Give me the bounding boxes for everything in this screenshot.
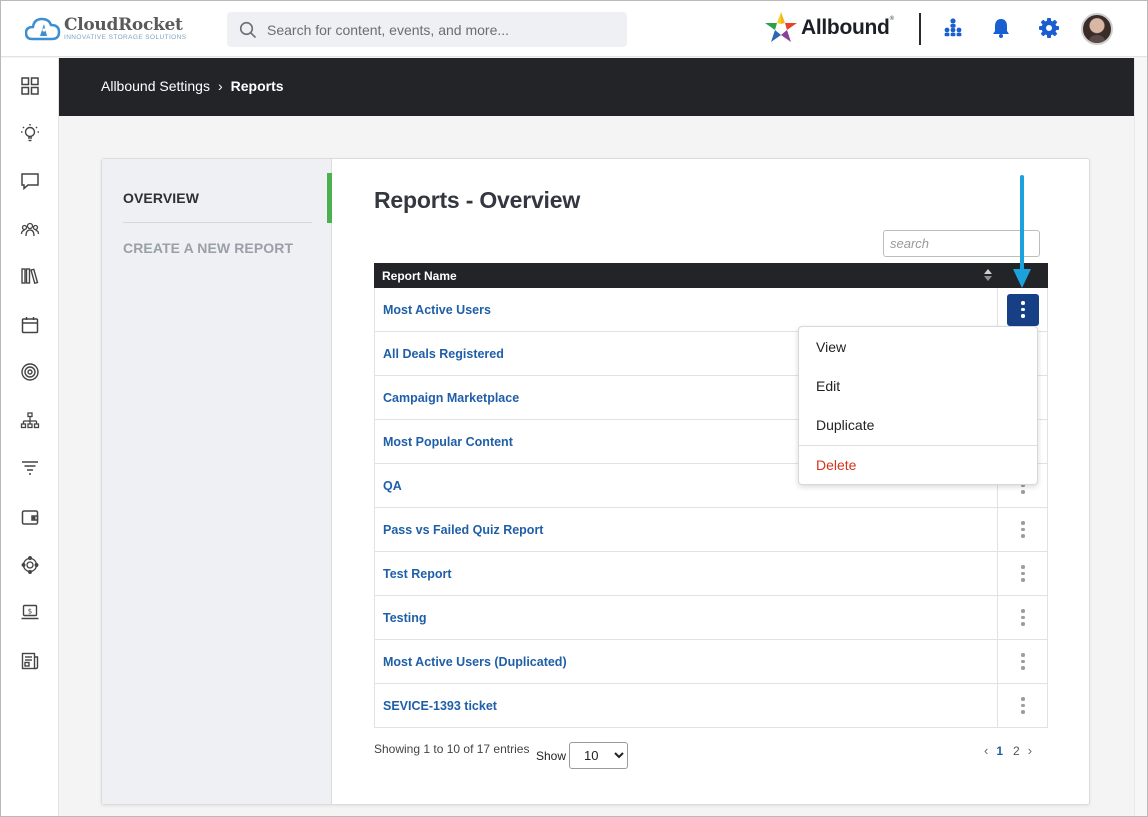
allbound-star-icon — [765, 12, 797, 42]
report-name-link[interactable]: All Deals Registered — [383, 347, 504, 361]
left-sidebar: $ — [1, 58, 59, 816]
annotation-arrow-icon — [1013, 175, 1031, 288]
page-header-band: Allbound Settings › Reports — [59, 58, 1134, 116]
page-title: Reports - Overview — [374, 187, 581, 213]
report-name-link[interactable]: Pass vs Failed Quiz Report — [383, 523, 543, 537]
table-row: Pass vs Failed Quiz Report — [374, 508, 1048, 552]
funnel-icon[interactable] — [18, 456, 42, 480]
kebab-menu-icon[interactable] — [1007, 646, 1039, 678]
table-header[interactable]: Report Name — [374, 263, 1048, 288]
brand-logo[interactable]: CloudRocket INNOVATIVE STORAGE SOLUTIONS — [25, 13, 186, 45]
settings-subnav: OVERVIEW CREATE A NEW REPORT — [102, 159, 332, 804]
svg-text:$: $ — [28, 608, 32, 616]
page-2-link[interactable]: 2 — [1013, 744, 1020, 758]
breadcrumb-parent[interactable]: Allbound Settings — [101, 78, 210, 94]
dashboard-icon[interactable] — [18, 74, 42, 98]
entries-summary: Showing 1 to 10 of 17 entries — [374, 742, 530, 756]
pagination: ‹ 1 2 › — [981, 743, 1035, 758]
row-actions-cell — [997, 508, 1048, 551]
table-row: Test Report — [374, 552, 1048, 596]
menu-item-view[interactable]: View — [816, 339, 846, 355]
report-name-link[interactable]: QA — [383, 479, 402, 493]
cloud-rocket-logo-icon — [25, 17, 61, 41]
row-actions-cell — [997, 552, 1048, 595]
table-row: Most Active Users (Duplicated) — [374, 640, 1048, 684]
bell-icon[interactable] — [989, 16, 1013, 40]
kebab-menu-icon[interactable] — [1007, 690, 1039, 722]
row-action-menu: View Edit Duplicate Delete — [798, 326, 1038, 485]
menu-item-edit[interactable]: Edit — [816, 378, 840, 394]
wallet-icon[interactable] — [18, 505, 42, 529]
kebab-menu-icon[interactable] — [1007, 602, 1039, 634]
laptop-dollar-icon[interactable]: $ — [18, 600, 42, 624]
hub-icon[interactable] — [18, 553, 42, 577]
prev-page-button[interactable]: ‹ — [984, 743, 988, 758]
kebab-menu-icon[interactable] — [1007, 558, 1039, 590]
table-row: Testing — [374, 596, 1048, 640]
kebab-menu-icon[interactable] — [1007, 293, 1039, 326]
org-chart-icon[interactable] — [941, 16, 965, 40]
top-bar: CloudRocket INNOVATIVE STORAGE SOLUTIONS — [1, 1, 1147, 57]
brand-tagline: INNOVATIVE STORAGE SOLUTIONS — [64, 33, 187, 41]
community-icon[interactable] — [18, 217, 42, 241]
subnav-overview[interactable]: OVERVIEW — [123, 190, 199, 206]
allbound-name: Allbound® — [801, 16, 894, 39]
subnav-divider — [123, 222, 312, 223]
report-name-link[interactable]: Most Active Users — [383, 303, 491, 317]
reports-card: OVERVIEW CREATE A NEW REPORT Reports - O… — [101, 158, 1090, 805]
report-name-link[interactable]: Campaign Marketplace — [383, 391, 519, 405]
report-name-link[interactable]: Most Popular Content — [383, 435, 513, 449]
subnav-active-indicator — [327, 173, 332, 223]
target-icon[interactable] — [18, 360, 42, 384]
library-icon[interactable] — [18, 264, 42, 288]
breadcrumb: Allbound Settings › Reports — [101, 78, 284, 94]
page-size-label: Show — [536, 749, 567, 763]
report-name-link[interactable]: SEVICE-1393 ticket — [383, 699, 497, 713]
report-name-link[interactable]: Testing — [383, 611, 427, 625]
column-header-report-name: Report Name — [382, 269, 457, 283]
breadcrumb-current: Reports — [230, 78, 284, 94]
hierarchy-icon[interactable] — [18, 409, 42, 433]
table-row: SEVICE-1393 ticket — [374, 684, 1048, 728]
menu-item-duplicate[interactable]: Duplicate — [816, 417, 874, 433]
page-1-link[interactable]: 1 — [996, 744, 1003, 758]
chat-icon[interactable] — [18, 169, 42, 193]
row-actions-cell — [997, 684, 1048, 727]
avatar[interactable] — [1081, 13, 1113, 45]
next-page-button[interactable]: › — [1028, 743, 1032, 758]
app-window: CloudRocket INNOVATIVE STORAGE SOLUTIONS — [0, 0, 1148, 817]
report-name-link[interactable]: Test Report — [383, 567, 452, 581]
news-icon[interactable] — [18, 649, 42, 673]
menu-item-delete[interactable]: Delete — [816, 457, 856, 473]
row-actions-cell — [997, 596, 1048, 639]
allbound-logo: Allbound® — [763, 10, 894, 46]
search-input[interactable] — [267, 21, 607, 38]
global-search[interactable] — [227, 12, 627, 47]
row-actions-cell — [997, 640, 1048, 683]
brand-name: CloudRocket — [64, 14, 183, 35]
subnav-create-report[interactable]: CREATE A NEW REPORT — [123, 240, 293, 256]
kebab-menu-icon[interactable] — [1007, 514, 1039, 546]
calendar-icon[interactable] — [18, 313, 42, 337]
row-actions-cell — [997, 288, 1048, 331]
report-name-link[interactable]: Most Active Users (Duplicated) — [383, 655, 567, 669]
lightbulb-icon[interactable] — [18, 121, 42, 145]
page-scrollbar[interactable] — [1134, 58, 1147, 816]
top-divider — [919, 13, 921, 45]
sort-icon[interactable] — [983, 268, 993, 282]
breadcrumb-separator: › — [217, 78, 223, 94]
gear-icon[interactable] — [1037, 16, 1061, 40]
search-icon — [239, 21, 256, 38]
menu-divider — [799, 445, 1037, 446]
page-size-select[interactable]: 10 — [569, 742, 628, 769]
